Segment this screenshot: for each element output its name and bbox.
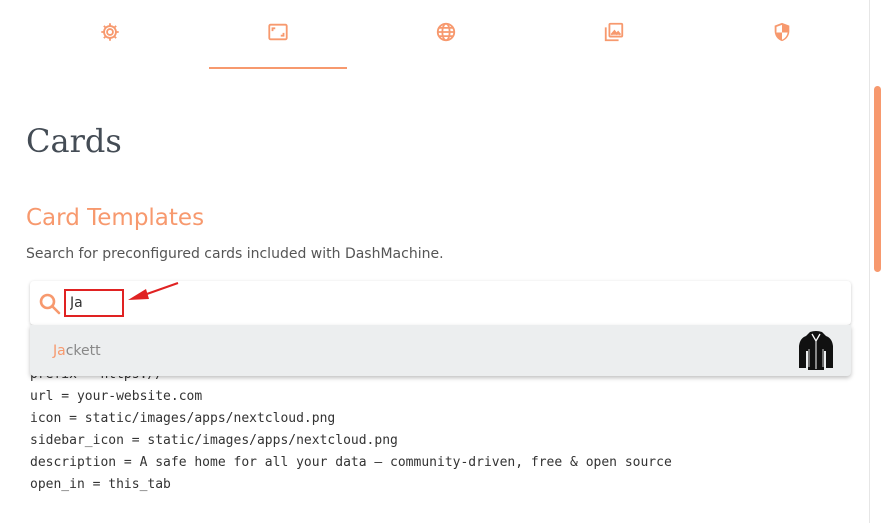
tab-security[interactable] [713,0,851,69]
section-title: Card Templates [26,205,205,231]
tab-network[interactable] [377,0,515,69]
image-frame-icon [268,23,288,40]
suggestion-rest: ckett [65,343,101,359]
suggestion-match: Ja [53,343,66,359]
search-input[interactable] [64,289,124,317]
globe-icon [436,22,456,41]
tab-settings[interactable] [41,0,179,69]
code-line: url = your-website.com [30,389,203,404]
tab-images[interactable] [545,0,683,69]
gear-icon [101,22,119,41]
page-title: Cards [26,122,122,160]
code-line: open_in = this_tab [30,477,171,492]
scrollbar-thumb[interactable] [874,86,881,272]
photo-library-icon [604,22,624,41]
code-line: description = A safe home for all your d… [30,455,672,470]
annotation-arrow-icon [128,282,179,300]
suggestion-label: Jackett [53,343,101,359]
shield-icon [774,22,790,41]
suggestion-jackett[interactable]: Jackett [30,325,851,376]
search-icon [39,293,61,315]
search-suggestions: Jackett [30,325,851,376]
code-line: icon = static/images/apps/nextcloud.png [30,411,336,426]
content-border [869,0,870,523]
config-code-block: prefix = https:// url = your-website.com… [30,364,672,496]
settings-tabs [0,0,870,69]
jackett-icon [799,331,833,370]
tab-cards[interactable] [209,0,347,69]
code-line: sidebar_icon = static/images/apps/nextcl… [30,433,398,448]
section-description: Search for preconfigured cards included … [26,246,444,262]
